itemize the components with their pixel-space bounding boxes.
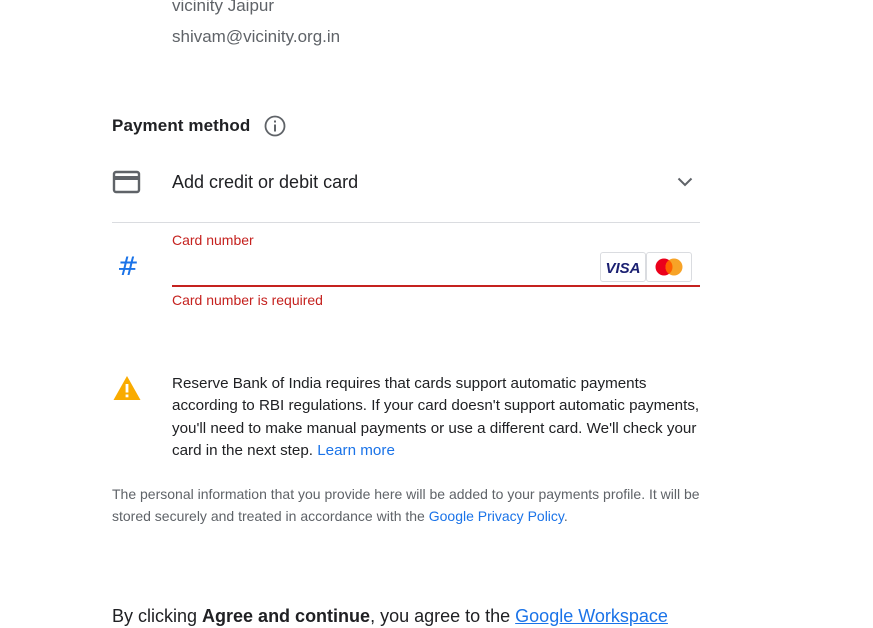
credit-card-icon	[112, 170, 141, 194]
chevron-down-icon[interactable]	[673, 170, 697, 194]
mastercard-logo	[646, 252, 692, 282]
agreement-bold: Agree and continue	[202, 606, 371, 626]
agreement-middle: , you agree to the	[370, 606, 516, 626]
contact-email: shivam@vicinity.org.in	[172, 27, 341, 46]
svg-text:VISA: VISA	[605, 260, 640, 277]
privacy-policy-link[interactable]: Google Privacy Policy	[429, 508, 564, 524]
workspace-terms-link[interactable]: Google Workspace	[515, 606, 668, 626]
add-card-label: Add credit or debit card	[172, 172, 359, 192]
learn-more-link[interactable]: Learn more	[317, 442, 395, 459]
privacy-suffix: .	[563, 508, 568, 524]
privacy-notice: The personal information that you provid…	[112, 483, 712, 527]
agreement-text: By clicking Agree and continue, you agre…	[112, 606, 668, 627]
card-number-underline	[172, 285, 700, 287]
contact-organization: vicinity Jaipur	[172, 0, 275, 15]
info-icon[interactable]	[263, 114, 287, 138]
card-number-input[interactable]	[172, 250, 592, 282]
add-card-option[interactable]: Add credit or debit card	[112, 160, 700, 223]
privacy-notice-text: The personal information that you provid…	[112, 486, 700, 524]
rbi-notice-text: Reserve Bank of India requires that card…	[172, 375, 700, 460]
card-number-label: Card number	[172, 232, 254, 248]
rbi-notice: Reserve Bank of India requires that card…	[172, 373, 702, 463]
payment-method-title: Payment method	[112, 116, 251, 135]
agreement-prefix: By clicking	[112, 606, 203, 626]
card-number-icon: #	[117, 252, 139, 282]
warning-icon	[113, 376, 141, 400]
visa-logo: VISA	[600, 252, 646, 282]
payment-page: vicinity Jaipur shivam@vicinity.org.in P…	[0, 0, 873, 628]
card-number-error: Card number is required	[172, 292, 323, 308]
